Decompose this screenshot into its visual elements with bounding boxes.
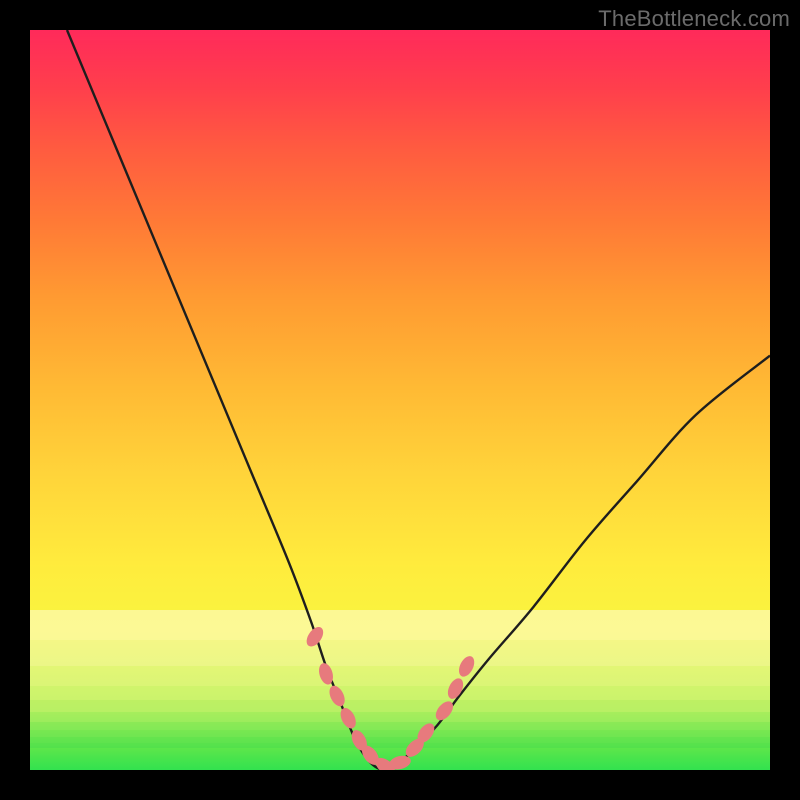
- curve-group: [67, 30, 770, 770]
- curve-marker: [432, 698, 456, 723]
- plot-area: [30, 30, 770, 770]
- chart-svg: [30, 30, 770, 770]
- marker-group: [303, 624, 477, 770]
- curve-marker: [445, 676, 466, 701]
- chart-frame: TheBottleneck.com: [0, 0, 800, 800]
- curve-marker: [326, 683, 347, 708]
- curve-marker: [337, 705, 358, 730]
- bottleneck-curve: [67, 30, 770, 770]
- curve-marker: [303, 624, 326, 649]
- attribution-watermark: TheBottleneck.com: [598, 6, 790, 32]
